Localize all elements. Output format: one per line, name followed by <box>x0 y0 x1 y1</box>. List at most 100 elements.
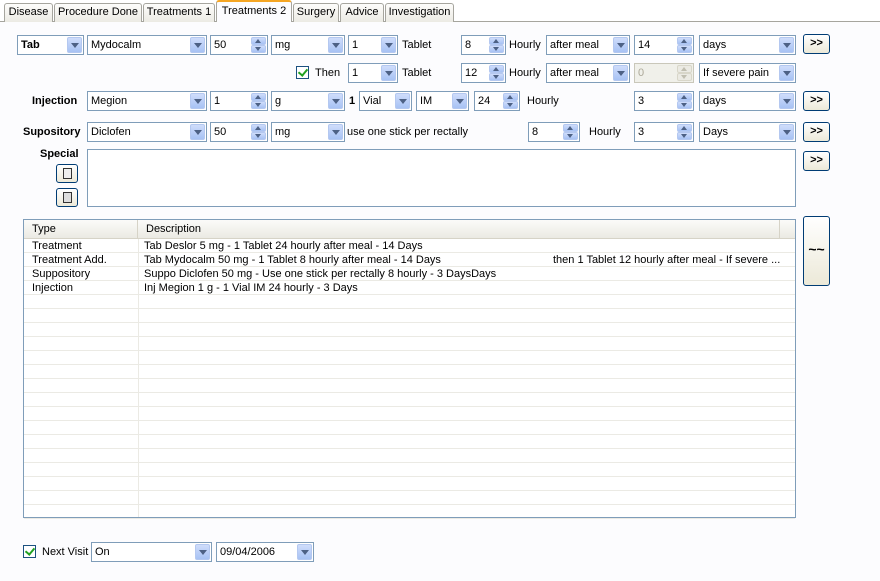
injection-dose-spinner[interactable]: 1 <box>210 91 268 111</box>
suppository-duration-unit-select[interactable]: Days <box>699 122 796 142</box>
expand-button[interactable]: ~~ <box>803 216 830 286</box>
tab-qty-select[interactable]: 1 <box>348 35 398 55</box>
treatment-grid[interactable]: Type Description Treatment Tab Deslor 5 … <box>23 219 796 519</box>
spin-up-icon[interactable] <box>251 93 266 101</box>
tab-timing-select[interactable]: after meal <box>546 35 630 55</box>
chevron-down-icon[interactable] <box>190 93 205 109</box>
chevron-down-icon[interactable] <box>297 544 312 560</box>
spin-up-icon[interactable] <box>677 124 692 132</box>
tab-unit-select[interactable]: mg <box>271 35 345 55</box>
row-2-type[interactable]: Suppository <box>32 268 90 280</box>
tab-disease[interactable]: Disease <box>4 3 53 22</box>
tab-dose-spinner[interactable]: 50 <box>210 35 268 55</box>
spin-up-icon[interactable] <box>489 65 504 73</box>
injection-unit-select[interactable]: g <box>271 91 345 111</box>
tab-advice[interactable]: Advice <box>340 3 384 22</box>
spin-up-icon[interactable] <box>677 37 692 45</box>
add-injection-button[interactable]: >> <box>803 91 830 111</box>
injection-drug-select[interactable]: Megion <box>87 91 207 111</box>
tab-interval-value: 8 <box>465 39 472 51</box>
special-textarea[interactable] <box>87 149 796 207</box>
spin-down-icon[interactable] <box>251 132 266 140</box>
row-3-type[interactable]: Injection <box>32 282 73 294</box>
row-1-extra[interactable]: then 1 Tablet 12 hourly after meal - If … <box>553 254 780 266</box>
suppository-unit-select[interactable]: mg <box>271 122 345 142</box>
spin-up-icon[interactable] <box>251 124 266 132</box>
then-checkbox[interactable] <box>296 66 309 79</box>
row-3-description[interactable]: Inj Megion 1 g - 1 Vial IM 24 hourly - 3… <box>144 282 358 294</box>
tab-drug-select[interactable]: Mydocalm <box>87 35 207 55</box>
grid-row-line <box>24 421 795 435</box>
chevron-down-icon[interactable] <box>381 37 396 53</box>
injection-vial-select[interactable]: Vial <box>359 91 412 111</box>
chevron-down-icon[interactable] <box>452 93 467 109</box>
spin-down-icon[interactable] <box>677 101 692 109</box>
tab-treatments-2[interactable]: Treatments 2 <box>216 0 292 22</box>
add-special-button[interactable]: >> <box>803 151 830 171</box>
injection-interval-value: 24 <box>478 95 491 107</box>
injection-duration-spinner[interactable]: 3 <box>634 91 694 111</box>
row-1-description[interactable]: Tab Mydocalm 50 mg - 1 Tablet 8 hourly a… <box>144 254 441 266</box>
chevron-down-icon[interactable] <box>381 65 396 81</box>
chevron-down-icon[interactable] <box>779 93 794 109</box>
spin-down-icon[interactable] <box>563 132 578 140</box>
tab-treatments-1[interactable]: Treatments 1 <box>143 3 215 22</box>
next-visit-mode-select[interactable]: On <box>91 542 212 562</box>
form-select[interactable]: Tab <box>17 35 84 55</box>
spin-down-icon[interactable] <box>503 101 518 109</box>
row-2-description[interactable]: Suppo Diclofen 50 mg - Use one stick per… <box>144 268 496 280</box>
chevron-down-icon[interactable] <box>779 65 794 81</box>
spin-down-icon[interactable] <box>489 73 504 81</box>
spin-down-icon[interactable] <box>251 101 266 109</box>
tab-surgery[interactable]: Surgery <box>293 3 339 22</box>
spin-up-icon[interactable] <box>677 93 692 101</box>
spin-down-icon[interactable] <box>677 45 692 53</box>
suppository-drug-select[interactable]: Diclofen <box>87 122 207 142</box>
column-header-type[interactable]: Type <box>24 220 138 239</box>
chevron-down-icon[interactable] <box>779 37 794 53</box>
spin-down-icon[interactable] <box>251 45 266 53</box>
hourglass-icon[interactable] <box>56 188 78 207</box>
next-visit-checkbox[interactable] <box>23 545 36 558</box>
row-1-type[interactable]: Treatment Add. <box>32 254 107 266</box>
insert-template-icon[interactable] <box>56 164 78 183</box>
next-visit-date-picker[interactable]: 09/04/2006 <box>216 542 314 562</box>
spin-up-icon[interactable] <box>251 37 266 45</box>
spin-down-icon[interactable] <box>489 45 504 53</box>
spin-up-icon[interactable] <box>489 37 504 45</box>
then-condition-select[interactable]: If severe pain <box>699 63 796 83</box>
spin-up-icon[interactable] <box>503 93 518 101</box>
chevron-down-icon[interactable] <box>328 124 343 140</box>
chevron-down-icon[interactable] <box>195 544 210 560</box>
injection-route-select[interactable]: IM <box>416 91 469 111</box>
suppository-interval-spinner[interactable]: 8 <box>528 122 580 142</box>
chevron-down-icon[interactable] <box>779 124 794 140</box>
chevron-down-icon[interactable] <box>190 124 205 140</box>
chevron-down-icon[interactable] <box>190 37 205 53</box>
chevron-down-icon[interactable] <box>328 37 343 53</box>
tab-interval-spinner[interactable]: 8 <box>461 35 506 55</box>
suppository-duration-spinner[interactable]: 3 <box>634 122 694 142</box>
tab-duration-spinner[interactable]: 14 <box>634 35 694 55</box>
add-tab-button[interactable]: >> <box>803 34 830 54</box>
chevron-down-icon[interactable] <box>613 37 628 53</box>
then-timing-select[interactable]: after meal <box>546 63 630 83</box>
chevron-down-icon[interactable] <box>67 37 82 53</box>
then-interval-spinner[interactable]: 12 <box>461 63 506 83</box>
chevron-down-icon[interactable] <box>328 93 343 109</box>
row-0-description[interactable]: Tab Deslor 5 mg - 1 Tablet 24 hourly aft… <box>144 240 423 252</box>
tab-procedure-done[interactable]: Procedure Done <box>54 3 142 22</box>
add-suppository-button[interactable]: >> <box>803 122 830 142</box>
chevron-down-icon[interactable] <box>395 93 410 109</box>
spin-down-icon[interactable] <box>677 132 692 140</box>
column-header-description[interactable]: Description <box>138 220 780 239</box>
chevron-down-icon[interactable] <box>613 65 628 81</box>
tab-duration-unit-select[interactable]: days <box>699 35 796 55</box>
suppository-dose-spinner[interactable]: 50 <box>210 122 268 142</box>
then-qty-select[interactable]: 1 <box>348 63 398 83</box>
tab-investigation[interactable]: Investigation <box>385 3 454 22</box>
spin-up-icon[interactable] <box>563 124 578 132</box>
injection-duration-unit-select[interactable]: days <box>699 91 796 111</box>
injection-interval-spinner[interactable]: 24 <box>474 91 520 111</box>
row-0-type[interactable]: Treatment <box>32 240 82 252</box>
